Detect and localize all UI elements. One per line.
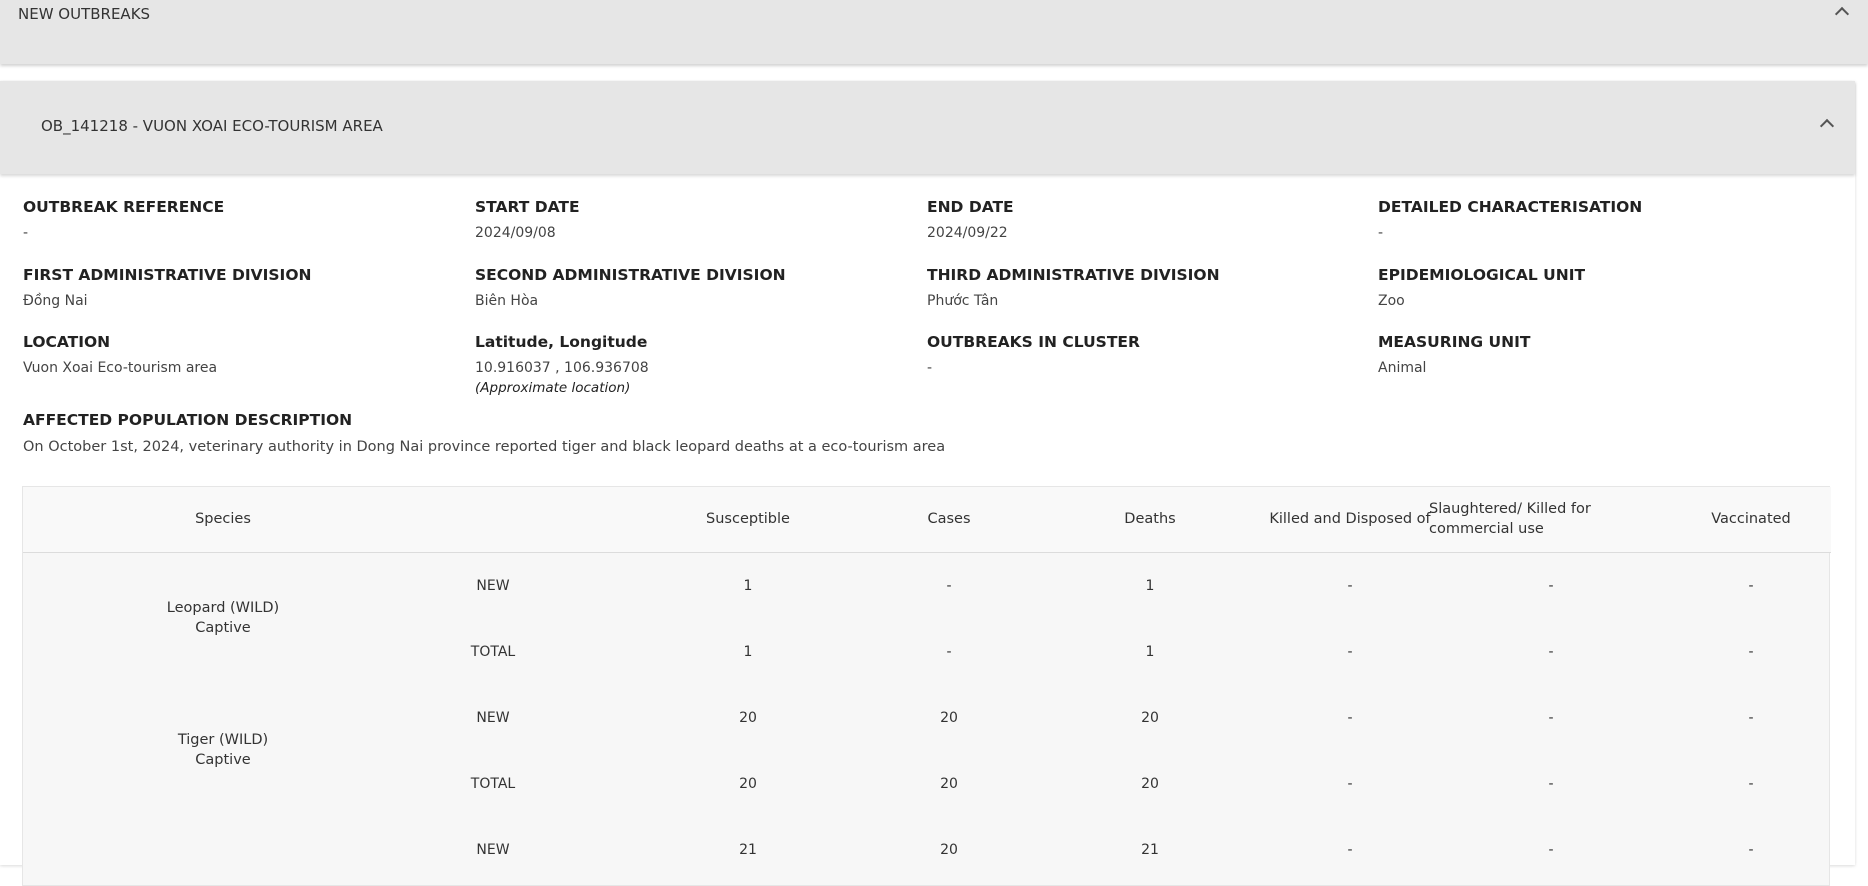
field-epidemiological-unit: EPIDEMIOLOGICAL UNIT Zoo <box>1378 265 1818 310</box>
field-outbreak-reference: OUTBREAK REFERENCE - <box>23 197 463 242</box>
row-type: NEW <box>476 578 510 594</box>
field-value: Animal <box>1378 360 1427 376</box>
cell-killed: - <box>1347 578 1353 594</box>
field-label: FIRST ADMINISTRATIVE DIVISION <box>23 266 312 284</box>
cell-cases: 20 <box>940 776 958 792</box>
col-header-species: Species <box>195 511 251 527</box>
cell-deaths: 1 <box>1145 578 1155 594</box>
col-header-slaughtered: Slaughtered/ Killed for commercial use <box>1429 499 1639 539</box>
field-value: Zoo <box>1378 293 1405 309</box>
outbreak-card-header[interactable]: OB_141218 - VUON XOAI ECO-TOURISM AREA <box>0 81 1855 174</box>
approximate-location-note: (Approximate location) <box>475 380 631 396</box>
col-header-susceptible: Susceptible <box>706 511 790 527</box>
new-outbreaks-title: NEW OUTBREAKS <box>18 5 151 23</box>
field-first-admin-division: FIRST ADMINISTRATIVE DIVISION Đồng Nai <box>23 265 463 310</box>
cell-vaccinated: - <box>1748 842 1754 858</box>
species-sub: Captive <box>195 620 251 636</box>
row-type: TOTAL <box>470 776 516 792</box>
field-location: LOCATION Vuon Xoai Eco-tourism area <box>23 332 463 377</box>
cell-cases: 20 <box>940 842 958 858</box>
col-header-vaccinated: Vaccinated <box>1711 511 1791 527</box>
col-header-slaughtered-line1: Slaughtered/ Killed for <box>1429 501 1591 517</box>
cell-slaughtered: - <box>1548 776 1554 792</box>
cell-susceptible: 20 <box>739 776 757 792</box>
field-label: SECOND ADMINISTRATIVE DIVISION <box>475 266 786 284</box>
quantitative-data-table: Species Susceptible Cases Deaths Killed … <box>22 486 1831 886</box>
cell-killed: - <box>1347 842 1353 858</box>
row-type: NEW <box>476 842 510 858</box>
col-header-deaths: Deaths <box>1124 511 1176 527</box>
chevron-up-icon[interactable] <box>1819 118 1835 134</box>
species-cell: Tiger (WILD) Captive <box>123 730 323 770</box>
cell-deaths: 20 <box>1141 710 1159 726</box>
cell-killed: - <box>1347 644 1353 660</box>
field-label: START DATE <box>475 198 580 216</box>
cell-susceptible: 1 <box>743 578 753 594</box>
field-label: THIRD ADMINISTRATIVE DIVISION <box>927 266 1220 284</box>
field-value: Đồng Nai <box>23 293 88 309</box>
cell-slaughtered: - <box>1548 842 1554 858</box>
affected-population-value: On October 1st, 2024, veterinary authori… <box>23 439 946 455</box>
cell-susceptible: 20 <box>739 710 757 726</box>
field-outbreaks-in-cluster: OUTBREAKS IN CLUSTER - <box>927 332 1367 377</box>
field-label: EPIDEMIOLOGICAL UNIT <box>1378 266 1586 284</box>
field-value: - <box>23 225 29 241</box>
row-type: NEW <box>476 710 510 726</box>
outbreak-title: OB_141218 - VUON XOAI ECO-TOURISM AREA <box>41 117 383 135</box>
col-header-slaughtered-line2: commercial use <box>1429 521 1544 537</box>
field-value: Phước Tân <box>927 293 999 309</box>
cell-deaths: 20 <box>1141 776 1159 792</box>
field-third-admin-division: THIRD ADMINISTRATIVE DIVISION Phước Tân <box>927 265 1367 310</box>
field-lat-long: Latitude, Longitude 10.916037 , 106.9367… <box>475 332 915 397</box>
field-value: 2024/09/22 <box>927 225 1008 241</box>
field-measuring-unit: MEASURING UNIT Animal <box>1378 332 1818 377</box>
field-detailed-characterisation: DETAILED CHARACTERISATION - <box>1378 197 1818 242</box>
cell-deaths: 1 <box>1145 644 1155 660</box>
outbreak-card: OB_141218 - VUON XOAI ECO-TOURISM AREA O… <box>0 81 1855 886</box>
cell-susceptible: 1 <box>743 644 753 660</box>
field-second-admin-division: SECOND ADMINISTRATIVE DIVISION Biên Hòa <box>475 265 915 310</box>
cell-vaccinated: - <box>1748 776 1754 792</box>
field-value: 2024/09/08 <box>475 225 556 241</box>
field-label: OUTBREAKS IN CLUSTER <box>927 333 1140 351</box>
cell-killed: - <box>1347 710 1353 726</box>
field-value: Biên Hòa <box>475 293 539 309</box>
field-value: - <box>1378 225 1384 241</box>
species-cell: Leopard (WILD) Captive <box>123 598 323 638</box>
field-end-date: END DATE 2024/09/22 <box>927 197 1367 242</box>
cell-slaughtered: - <box>1548 578 1554 594</box>
table-header: Species Susceptible Cases Deaths Killed … <box>23 487 1831 553</box>
cell-susceptible: 21 <box>739 842 757 858</box>
species-sub: Captive <box>195 752 251 768</box>
species-name: Tiger (WILD) <box>177 732 269 748</box>
col-header-killed: Killed and Disposed of <box>1269 511 1431 527</box>
field-label: END DATE <box>927 198 1014 216</box>
cell-vaccinated: - <box>1748 710 1754 726</box>
field-label: OUTBREAK REFERENCE <box>23 198 225 216</box>
cell-slaughtered: - <box>1548 644 1554 660</box>
field-start-date: START DATE 2024/09/08 <box>475 197 915 242</box>
species-name: Leopard (WILD) <box>166 600 280 616</box>
cell-cases: 20 <box>940 710 958 726</box>
cell-cases: - <box>946 644 952 660</box>
field-value: Vuon Xoai Eco-tourism area <box>23 360 218 376</box>
field-value: - <box>927 360 933 376</box>
field-value: 10.916037 , 106.936708 <box>475 360 649 376</box>
row-type: TOTAL <box>470 644 516 660</box>
field-label: Latitude, Longitude <box>475 333 648 351</box>
chevron-up-icon[interactable] <box>1834 6 1850 22</box>
field-label: LOCATION <box>23 333 111 351</box>
field-label: MEASURING UNIT <box>1378 333 1531 351</box>
cell-vaccinated: - <box>1748 644 1754 660</box>
field-label: DETAILED CHARACTERISATION <box>1378 198 1643 216</box>
cell-cases: - <box>946 578 952 594</box>
affected-population-label: AFFECTED POPULATION DESCRIPTION <box>23 411 353 429</box>
col-header-cases: Cases <box>927 511 971 527</box>
cell-slaughtered: - <box>1548 710 1554 726</box>
cell-deaths: 21 <box>1141 842 1159 858</box>
new-outbreaks-panel[interactable]: NEW OUTBREAKS <box>0 0 1868 64</box>
cell-vaccinated: - <box>1748 578 1754 594</box>
cell-killed: - <box>1347 776 1353 792</box>
